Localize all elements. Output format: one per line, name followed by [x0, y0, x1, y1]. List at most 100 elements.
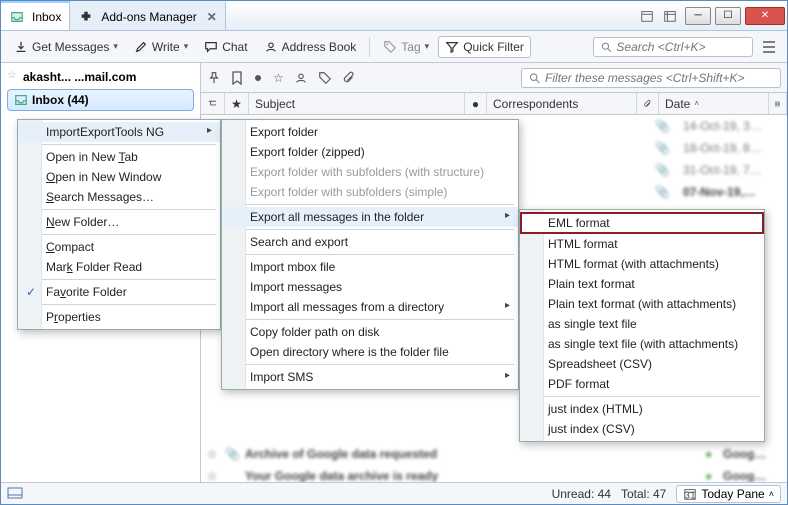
menu-index-csv[interactable]: just index (CSV) [520, 419, 764, 439]
menu-html-format[interactable]: HTML format [520, 234, 764, 254]
account-item[interactable]: ☆ akasht... ...mail.com [1, 67, 200, 87]
quick-filter-button[interactable]: Quick Filter [438, 36, 531, 58]
main-toolbar: Get Messages ▾ Write ▾ Chat Address Book… [1, 31, 787, 63]
menu-search-messages[interactable]: Search Messages… [18, 187, 220, 207]
address-book-label: Address Book [282, 40, 357, 54]
menu-export-folder-zipped[interactable]: Export folder (zipped) [222, 142, 518, 162]
folder-inbox[interactable]: Inbox (44) [7, 89, 194, 111]
menu-single-text-att[interactable]: as single text file (with attachments) [520, 334, 764, 354]
global-search-input[interactable] [616, 40, 746, 54]
search-icon [528, 71, 541, 85]
status-bar: Unread: 44 Total: 47 31 Today Pane ˄ [1, 482, 787, 504]
menu-import-dir[interactable]: Import all messages from a directory▸ [222, 297, 518, 317]
menu-csv[interactable]: Spreadsheet (CSV) [520, 354, 764, 374]
menu-plain-format-att[interactable]: Plain text format (with attachments) [520, 294, 764, 314]
chevron-down-icon[interactable]: ▾ [184, 41, 189, 52]
message-row[interactable]: ☆Your Google data archive is ready●Goog… [201, 465, 787, 482]
menu-importexporttools[interactable]: ImportExportTools NG▸ [18, 122, 220, 142]
col-subject[interactable]: Subject [249, 93, 465, 114]
menu-import-mbox[interactable]: Import mbox file [222, 257, 518, 277]
col-star[interactable]: ★ [225, 93, 249, 114]
inbox-icon [9, 9, 25, 25]
window-minimize-button[interactable]: ─ [685, 7, 711, 25]
col-correspondents[interactable]: Correspondents [487, 93, 637, 114]
menu-import-sms[interactable]: Import SMS▸ [222, 367, 518, 387]
message-filter-input[interactable] [545, 71, 774, 85]
app-menu-button[interactable] [761, 40, 781, 54]
submenu-arrow-icon: ▸ [505, 210, 510, 221]
menu-single-text[interactable]: as single text file [520, 314, 764, 334]
message-row[interactable]: ☆📎Archive of Google data requested●Goog… [201, 443, 787, 465]
pin-icon[interactable] [207, 71, 221, 85]
menu-copy-folder-path[interactable]: Copy folder path on disk [222, 322, 518, 342]
submenu-arrow-icon: ▸ [207, 125, 212, 136]
filter-icon [445, 40, 459, 54]
quick-filter-bar: ☆ [201, 63, 787, 93]
col-date-label: Date [665, 97, 690, 111]
global-search[interactable] [593, 37, 753, 57]
dot-icon[interactable] [253, 73, 263, 83]
close-tab-icon[interactable]: ✕ [207, 10, 217, 24]
importexport-submenu: Export folder Export folder (zipped) Exp… [221, 119, 519, 390]
menu-mark-folder-read[interactable]: Mark Folder Read [18, 257, 220, 277]
menu-index-html[interactable]: just index (HTML) [520, 399, 764, 419]
contact-icon[interactable] [294, 71, 308, 85]
folder-label: Inbox (44) [32, 93, 89, 107]
menu-export-all-messages[interactable]: Export all messages in the folder▸ [222, 207, 518, 227]
calendar-icon-1[interactable] [639, 8, 655, 24]
activity-icon[interactable] [7, 487, 23, 501]
tag-label: Tag [401, 40, 420, 54]
separator [226, 254, 514, 255]
menu-export-folder[interactable]: Export folder [222, 122, 518, 142]
window-maximize-button[interactable]: ☐ [715, 7, 741, 25]
tag-icon[interactable] [318, 71, 332, 85]
col-attachment[interactable] [637, 93, 659, 114]
col-thread[interactable] [201, 93, 225, 114]
menu-import-messages[interactable]: Import messages [222, 277, 518, 297]
calendar-icon-2[interactable] [662, 8, 678, 24]
separator [22, 234, 216, 235]
menu-html-format-att[interactable]: HTML format (with attachments) [520, 254, 764, 274]
col-picker[interactable] [769, 93, 787, 114]
menu-open-new-window[interactable]: Open in New Window [18, 167, 220, 187]
address-book-icon [264, 40, 278, 54]
separator [226, 229, 514, 230]
check-icon: ✓ [26, 285, 36, 299]
bookmark-icon[interactable] [231, 71, 243, 85]
write-button[interactable]: Write ▾ [127, 36, 195, 58]
submenu-arrow-icon: ▸ [505, 370, 510, 381]
col-date[interactable]: Date ˄ [659, 93, 769, 114]
get-messages-button[interactable]: Get Messages ▾ [7, 36, 125, 58]
menu-favorite-folder[interactable]: ✓Favorite Folder [18, 282, 220, 302]
attachment-icon[interactable] [342, 71, 356, 85]
star-icon[interactable]: ☆ [273, 71, 284, 85]
chat-button[interactable]: Chat [197, 36, 254, 58]
menu-export-sub-struct: Export folder with subfolders (with stru… [222, 162, 518, 182]
menu-pdf[interactable]: PDF format [520, 374, 764, 394]
menu-search-export[interactable]: Search and export [222, 232, 518, 252]
tab-inbox[interactable]: Inbox [1, 1, 70, 30]
menu-open-new-tab[interactable]: Open in New Tab [18, 147, 220, 167]
menu-compact[interactable]: Compact [18, 237, 220, 257]
calendar-icon: 31 [683, 487, 697, 501]
message-filter-box[interactable] [521, 68, 781, 88]
submenu-arrow-icon: ▸ [505, 300, 510, 311]
col-read[interactable]: ● [465, 93, 487, 114]
menu-eml-format[interactable]: EML format [520, 212, 764, 234]
menu-new-folder[interactable]: New Folder… [18, 212, 220, 232]
separator [226, 319, 514, 320]
address-book-button[interactable]: Address Book [257, 36, 364, 58]
col-corr-label: Correspondents [493, 97, 578, 111]
menu-open-folder-dir[interactable]: Open directory where is the folder file [222, 342, 518, 362]
chevron-down-icon[interactable]: ▾ [113, 41, 118, 52]
menu-properties[interactable]: Properties [18, 307, 220, 327]
tab-addons[interactable]: Add-ons Manager ✕ [70, 1, 225, 30]
menu-plain-format[interactable]: Plain text format [520, 274, 764, 294]
today-pane-button[interactable]: 31 Today Pane ˄ [676, 485, 781, 503]
tag-button[interactable]: Tag ▾ [376, 36, 436, 58]
chat-label: Chat [222, 40, 247, 54]
download-icon [14, 40, 28, 54]
separator [226, 204, 514, 205]
star-icon: ☆ [7, 70, 16, 81]
window-close-button[interactable]: ✕ [745, 7, 785, 25]
